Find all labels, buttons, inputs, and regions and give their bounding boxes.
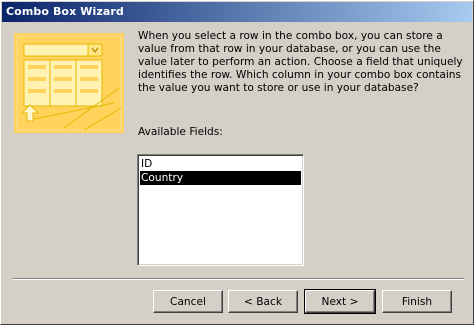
window-title: Combo Box Wizard xyxy=(6,5,124,18)
wizard-illustration-icon xyxy=(14,33,124,133)
available-fields-list[interactable]: ID Country xyxy=(137,154,304,266)
instructions-text: When you select a row in the combo box, … xyxy=(138,30,463,94)
cancel-button[interactable]: Cancel xyxy=(153,290,223,313)
next-button[interactable]: Next > xyxy=(304,289,376,314)
wizard-window: Combo Box Wizard When you select a row i… xyxy=(0,0,474,325)
list-item-country[interactable]: Country xyxy=(140,171,301,185)
title-bar[interactable]: Combo Box Wizard xyxy=(2,2,472,22)
available-fields-label: Available Fields: xyxy=(138,126,223,138)
list-item-id[interactable]: ID xyxy=(140,157,301,171)
back-button[interactable]: < Back xyxy=(228,290,298,313)
finish-button[interactable]: Finish xyxy=(382,290,452,313)
button-separator xyxy=(13,278,464,280)
